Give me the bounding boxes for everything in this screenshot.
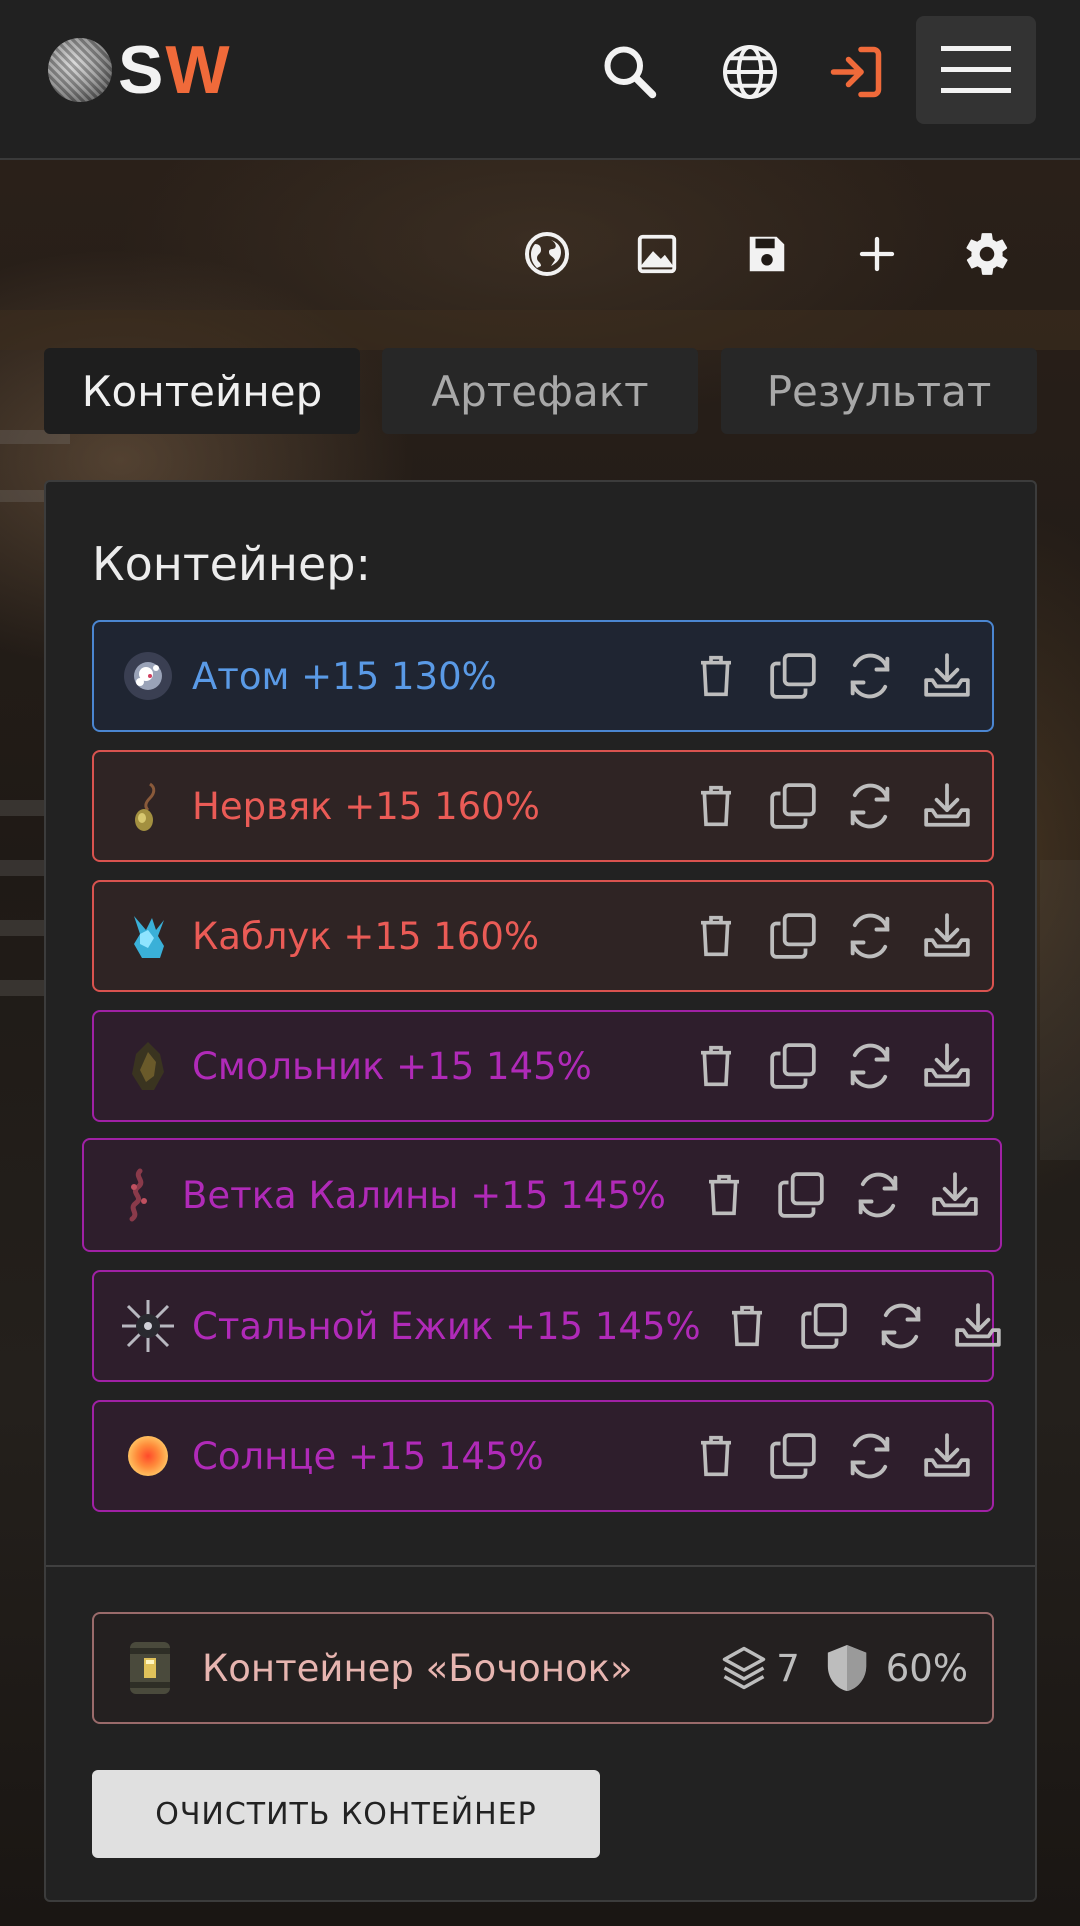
divider [46,1565,1035,1567]
swap-icon[interactable] [839,905,901,967]
swap-icon[interactable] [839,775,901,837]
container-item[interactable]: Ветка Калины +15 145% [82,1138,1002,1252]
item-label: Атом +15 130% [192,654,497,698]
item-label: Нервяк +15 160% [192,784,540,828]
branch-artifact-icon [110,1167,166,1223]
copy-icon[interactable] [762,775,824,837]
logo-globe-icon [48,38,112,102]
nervyak-artifact-icon [120,778,176,834]
menu-button[interactable] [916,16,1036,124]
swap-icon[interactable] [839,645,901,707]
swap-icon[interactable] [870,1295,932,1357]
plus-icon[interactable] [845,222,909,286]
item-label: Смольник +15 145% [192,1044,592,1088]
trash-icon[interactable] [685,775,747,837]
container-item[interactable]: Атом +15 130% [92,620,994,732]
slots-count: 7 [776,1646,800,1690]
clear-container-button[interactable]: ОЧИСТИТЬ КОНТЕЙНЕР [92,1770,600,1858]
download-icon[interactable] [916,775,978,837]
spiky-artifact-icon [120,1298,176,1354]
site-logo[interactable]: SW [48,32,232,108]
trash-icon[interactable] [685,1035,747,1097]
gear-icon[interactable] [955,222,1019,286]
map-icon[interactable] [515,222,579,286]
copy-icon[interactable] [762,1425,824,1487]
protection-value: 60% [885,1646,968,1690]
slots-stat: 7 [718,1642,800,1694]
sun-artifact-icon [120,1428,176,1484]
trash-icon[interactable] [685,645,747,707]
swap-icon[interactable] [839,1425,901,1487]
container-item[interactable]: Нервяк +15 160% [92,750,994,862]
container-item[interactable]: Солнце +15 145% [92,1400,994,1512]
download-icon[interactable] [947,1295,1009,1357]
download-icon[interactable] [916,645,978,707]
tab-artifact[interactable]: Артефакт [382,348,698,434]
tab-container[interactable]: Контейнер [44,348,360,434]
download-icon[interactable] [916,905,978,967]
protection-stat: 60% [824,1643,968,1693]
logo-letter-w: W [165,32,232,108]
download-icon[interactable] [916,1425,978,1487]
swap-icon[interactable] [839,1035,901,1097]
download-icon[interactable] [916,1035,978,1097]
copy-icon[interactable] [762,1035,824,1097]
container-item[interactable]: Стальной Ежик +15 145% [92,1270,1001,1382]
trash-icon[interactable] [685,905,747,967]
container-item[interactable]: Смольник +15 145% [92,1010,994,1122]
crystal-artifact-icon [120,908,176,964]
container-card[interactable]: Контейнер «Бочонок» 7 60% [92,1612,994,1724]
item-label: Стальной Ежик +15 145% [192,1304,701,1348]
image-icon[interactable] [625,222,689,286]
copy-icon[interactable] [793,1295,855,1357]
globe-icon[interactable] [718,40,782,104]
trash-icon[interactable] [716,1295,778,1357]
layers-icon [722,1646,766,1690]
copy-icon[interactable] [762,645,824,707]
container-item[interactable]: Каблук +15 160% [92,880,994,992]
save-icon[interactable] [735,222,799,286]
copy-icon[interactable] [770,1164,832,1226]
download-icon[interactable] [924,1164,986,1226]
item-label: Ветка Калины +15 145% [182,1173,666,1217]
swap-icon[interactable] [847,1164,909,1226]
menu-icon [941,46,1011,93]
login-icon[interactable] [824,40,888,104]
top-app-bar: SW [0,0,1080,160]
tab-result[interactable]: Результат [721,348,1037,434]
trash-icon[interactable] [693,1164,755,1226]
atom-artifact-icon [120,648,176,704]
container-panel: Контейнер: Атом +15 130% Нервяк +15 160% К… [44,480,1037,1902]
shield-icon [827,1645,866,1691]
copy-icon[interactable] [762,905,824,967]
trash-icon[interactable] [685,1425,747,1487]
item-label: Солнце +15 145% [192,1434,544,1478]
container-name: Контейнер «Бочонок» [202,1646,633,1690]
logo-letter-s: S [118,32,166,108]
search-icon[interactable] [598,40,662,104]
barrel-container-icon [122,1638,178,1698]
item-label: Каблук +15 160% [192,914,540,958]
resin-artifact-icon [120,1038,176,1094]
panel-title: Контейнер: [92,537,371,591]
